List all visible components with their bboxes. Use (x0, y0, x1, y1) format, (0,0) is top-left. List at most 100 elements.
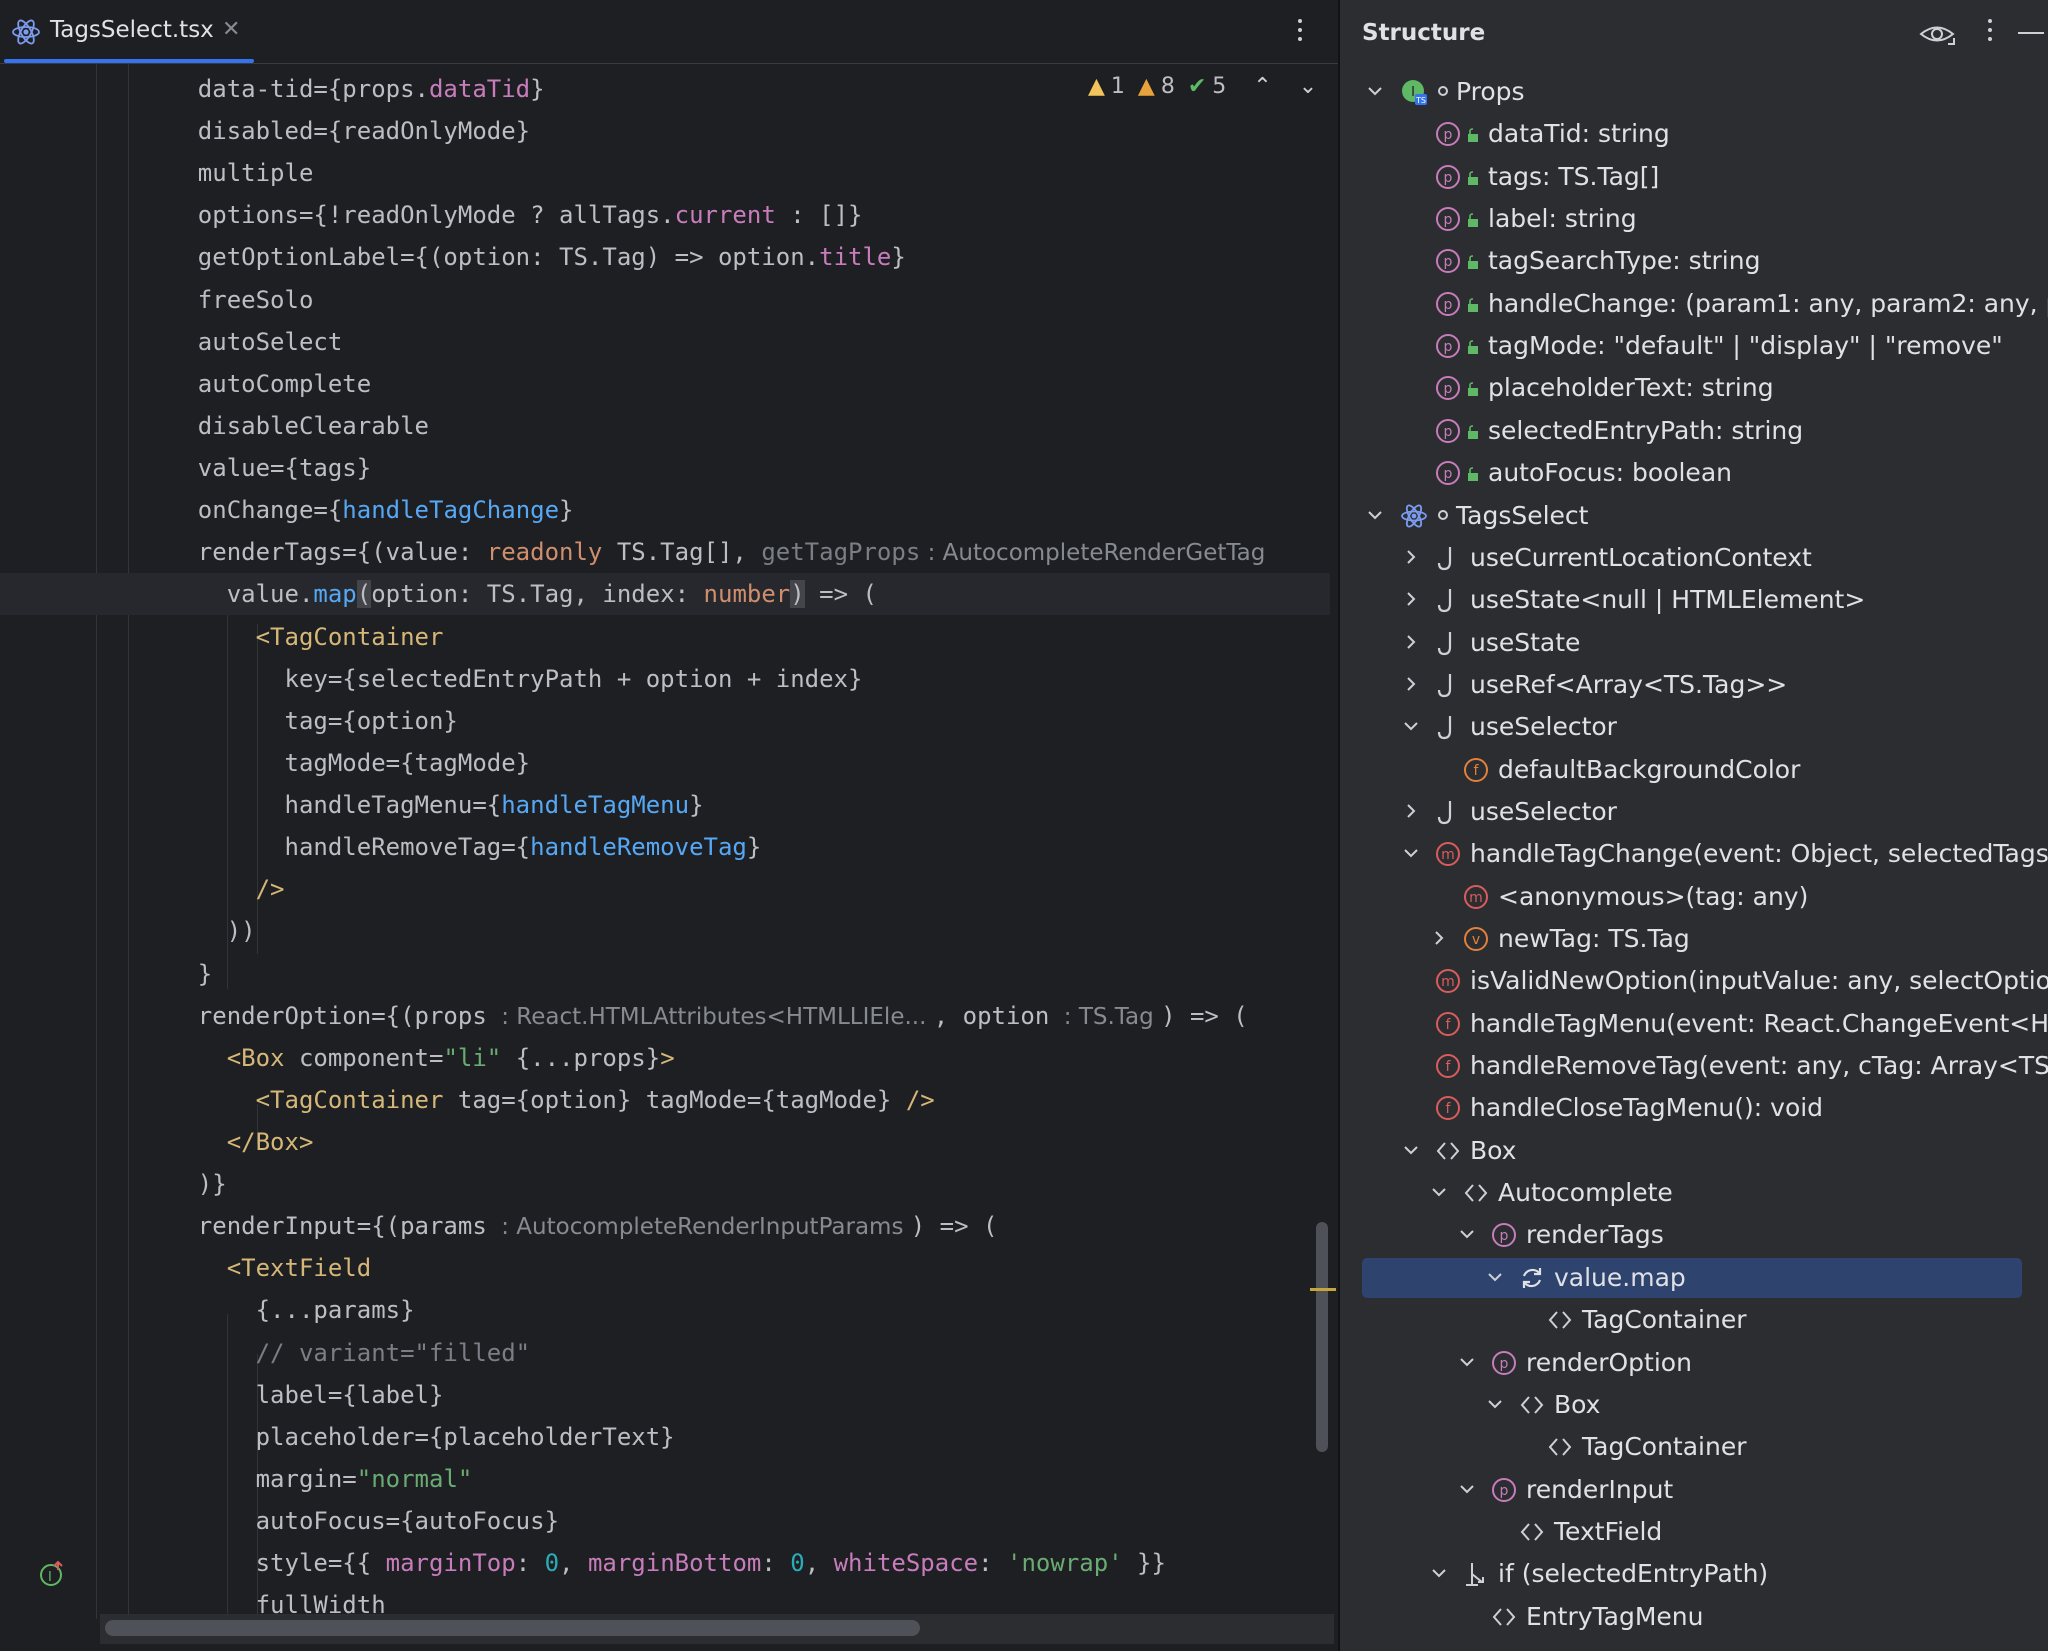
structure-node[interactable]: useState (1340, 622, 2048, 664)
structure-node[interactable]: EntryTagMenu (1340, 1596, 2048, 1638)
structure-node[interactable]: f defaultBackgroundColor (1340, 749, 2048, 791)
close-icon[interactable]: ✕ (222, 17, 240, 42)
chevron-right-icon[interactable] (1400, 631, 1422, 653)
structure-node[interactable]: p label: string (1340, 198, 2048, 240)
structure-node[interactable]: p dataTid: string (1340, 113, 2048, 155)
vertical-scrollbar[interactable] (1316, 1222, 1328, 1452)
scroll-warning-marker[interactable] (1310, 1288, 1336, 1291)
code-line[interactable]: tagMode={tagMode} (0, 742, 1330, 784)
structure-node[interactable]: TagContainer (1340, 1299, 2048, 1341)
code-line[interactable]: value.map(option: TS.Tag, index: number)… (0, 573, 1330, 616)
implemented-interface-icon[interactable]: I (38, 1560, 66, 1588)
code-line[interactable]: <TagContainer tag={option} tagMode={tagM… (0, 1079, 1330, 1121)
structure-node[interactable]: p renderInput (1340, 1469, 2048, 1511)
structure-node[interactable]: m <anonymous>(tag: any) (1340, 876, 2048, 918)
chevron-down-icon[interactable] (1428, 1181, 1450, 1203)
code-line[interactable]: <TagContainer (0, 616, 1330, 658)
chevron-down-icon[interactable] (1364, 80, 1386, 102)
code-line[interactable]: )} (0, 1163, 1330, 1205)
code-line[interactable]: <TextField (0, 1247, 1330, 1289)
chevron-right-icon[interactable] (1400, 546, 1422, 568)
code-line[interactable]: </Box> (0, 1121, 1330, 1163)
eye-icon[interactable] (1918, 18, 1956, 50)
code-line[interactable]: {...params} (0, 1289, 1330, 1331)
code-line[interactable]: key={selectedEntryPath + option + index} (0, 658, 1330, 700)
chevron-right-icon[interactable] (1400, 588, 1422, 610)
code-line[interactable]: style={{ marginTop: 0, marginBottom: 0, … (0, 1542, 1330, 1584)
structure-node[interactable]: TagContainer (1340, 1426, 2048, 1468)
chevron-down-icon[interactable] (1364, 504, 1386, 526)
more-options-icon[interactable] (1290, 16, 1310, 48)
structure-node[interactable]: Autocomplete (1340, 1172, 2048, 1214)
structure-node[interactable]: p placeholderText: string (1340, 367, 2048, 409)
code-line[interactable]: freeSolo (0, 279, 1330, 321)
structure-node[interactable]: Box (1340, 1384, 2048, 1426)
chevron-up-icon[interactable]: ⌃ (1253, 74, 1271, 99)
code-line[interactable]: label={label} (0, 1374, 1330, 1416)
structure-node[interactable]: p selectedEntryPath: string (1340, 410, 2048, 452)
code-line[interactable]: autoComplete (0, 363, 1330, 405)
structure-node[interactable]: useCurrentLocationContext (1340, 537, 2048, 579)
code-line[interactable]: autoFocus={autoFocus} (0, 1500, 1330, 1542)
code-line[interactable]: )) (0, 910, 1330, 952)
chevron-right-icon[interactable] (1428, 927, 1450, 949)
code-line[interactable]: fullWidth (0, 1584, 1330, 1614)
structure-node[interactable]: p handleChange: (param1: any, param2: any… (1340, 283, 2048, 325)
code-line[interactable]: onChange={handleTagChange} (0, 489, 1330, 531)
chevron-down-icon[interactable] (1400, 842, 1422, 864)
structure-node[interactable]: I TS Props (1340, 71, 2048, 113)
structure-node[interactable]: TextField (1340, 1511, 2048, 1553)
chevron-down-icon[interactable] (1400, 1139, 1422, 1161)
structure-node[interactable]: value.map (1340, 1257, 2048, 1299)
structure-node[interactable]: p tags: TS.Tag[] (1340, 156, 2048, 198)
code-line[interactable]: <Box component="li" {...props}> (0, 1037, 1330, 1079)
structure-node[interactable]: v newTag: TS.Tag (1340, 918, 2048, 960)
structure-node[interactable]: useSelector (1340, 706, 2048, 748)
structure-node[interactable]: useState<null | HTMLElement> (1340, 579, 2048, 621)
code-line[interactable]: } (0, 953, 1330, 995)
code-line[interactable]: /> (0, 868, 1330, 910)
structure-node[interactable]: p renderTags (1340, 1214, 2048, 1256)
structure-node[interactable]: useSelector (1340, 791, 2048, 833)
structure-node[interactable]: m handleTagChange(event: Object, selected… (1340, 833, 2048, 875)
code-line[interactable]: handleRemoveTag={handleRemoveTag} (0, 826, 1330, 868)
code-line[interactable]: multiple (0, 152, 1330, 194)
code-line[interactable]: autoSelect (0, 321, 1330, 363)
structure-node[interactable]: f handleRemoveTag(event: any, cTag: Array… (1340, 1045, 2048, 1087)
code-line[interactable]: renderTags={(value: readonly TS.Tag[], g… (0, 531, 1330, 573)
chevron-down-icon[interactable] (1456, 1223, 1478, 1245)
code-editor[interactable]: TagsSelect.tsx ✕ data-tid={props.dataTid… (0, 0, 1338, 1651)
structure-node[interactable]: TagsSelect (1340, 495, 2048, 537)
structure-node[interactable]: useRef<Array<TS.Tag>> (1340, 664, 2048, 706)
structure-node[interactable]: p renderOption (1340, 1342, 2048, 1384)
code-line[interactable]: placeholder={placeholderText} (0, 1416, 1330, 1458)
code-line[interactable]: value={tags} (0, 447, 1330, 489)
code-line[interactable]: disableClearable (0, 405, 1330, 447)
code-area[interactable]: data-tid={props.dataTid} disabled={readO… (0, 64, 1330, 1614)
more-options-icon[interactable] (1980, 16, 2000, 48)
structure-node[interactable]: if (selectedEntryPath) (1340, 1553, 2048, 1595)
code-line[interactable]: disabled={readOnlyMode} (0, 110, 1330, 152)
structure-node[interactable]: p tagSearchType: string (1340, 240, 2048, 282)
chevron-down-icon[interactable] (1456, 1478, 1478, 1500)
structure-node[interactable]: m isValidNewOption(inputValue: any, selec… (1340, 960, 2048, 1002)
code-line[interactable]: renderInput={(params : AutocompleteRende… (0, 1205, 1330, 1247)
code-line[interactable]: getOptionLabel={(option: TS.Tag) => opti… (0, 236, 1330, 278)
code-line[interactable]: tag={option} (0, 700, 1330, 742)
inspection-widget[interactable]: ▲ 1 ▲ 8 ✔ 5 ⌃ ⌄ (1088, 74, 1323, 108)
chevron-down-icon[interactable] (1484, 1266, 1506, 1288)
structure-node[interactable]: Box (1340, 1130, 2048, 1172)
structure-node[interactable]: p autoFocus: boolean (1340, 452, 2048, 494)
code-line[interactable]: margin="normal" (0, 1458, 1330, 1500)
chevron-down-icon[interactable] (1456, 1351, 1478, 1373)
code-line[interactable]: renderOption={(props : React.HTMLAttribu… (0, 995, 1330, 1037)
code-line[interactable]: // variant="filled" (0, 1332, 1330, 1374)
structure-node[interactable]: f handleCloseTagMenu(): void (1340, 1087, 2048, 1129)
tab-tagsselect[interactable]: TagsSelect.tsx ✕ (0, 0, 255, 63)
chevron-down-icon[interactable]: ⌄ (1299, 74, 1317, 99)
structure-node[interactable]: f handleTagMenu(event: React.ChangeEvent<… (1340, 1003, 2048, 1045)
chevron-right-icon[interactable] (1400, 673, 1422, 695)
chevron-down-icon[interactable] (1400, 715, 1422, 737)
chevron-right-icon[interactable] (1400, 800, 1422, 822)
code-line[interactable]: options={!readOnlyMode ? allTags.current… (0, 194, 1330, 236)
